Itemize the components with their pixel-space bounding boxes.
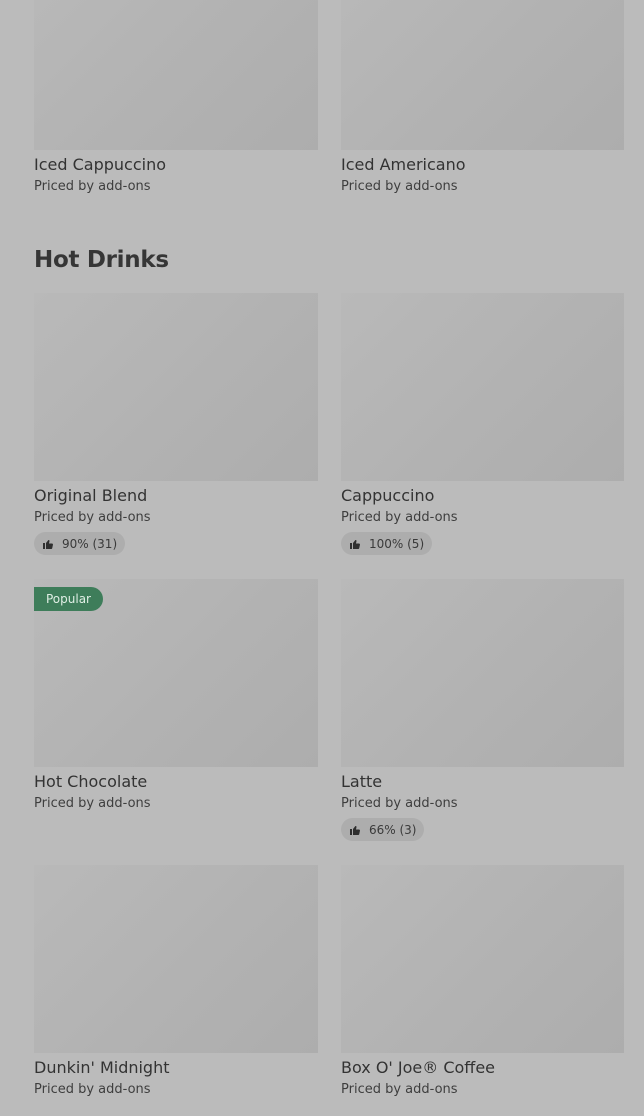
item-price-note: Priced by add-ons — [34, 179, 151, 194]
menu-item-cappuccino[interactable]: Cappuccino Priced by add-ons 100% (5) — [341, 293, 624, 555]
item-name: Original Blend — [34, 486, 148, 505]
item-name: Box O' Joe® Coffee — [341, 1058, 496, 1077]
item-price-note: Priced by add-ons — [34, 1082, 151, 1097]
rating-pill: 100% (5) — [341, 532, 433, 555]
item-price-note: Priced by add-ons — [34, 510, 151, 525]
rating-pill: 90% (31) — [34, 532, 126, 555]
item-price-note: Priced by add-ons — [341, 1082, 458, 1097]
item-image — [34, 865, 318, 1053]
menu-item-latte[interactable]: Latte Priced by add-ons 66% (3) — [341, 579, 624, 841]
item-price-note: Priced by add-ons — [341, 510, 458, 525]
menu-page: Iced Cappuccino Priced by add-ons Iced A… — [0, 0, 644, 1116]
menu-item-iced-cappuccino[interactable]: Iced Cappuccino Priced by add-ons — [34, 0, 318, 195]
thumbs-up-icon — [350, 825, 360, 835]
menu-item-hot-chocolate[interactable]: Popular Hot Chocolate Priced by add-ons — [34, 579, 318, 812]
item-price-note: Priced by add-ons — [341, 796, 458, 811]
rating-text: 90% (31) — [62, 536, 118, 551]
item-name: Iced Cappuccino — [34, 155, 166, 174]
item-price-note: Priced by add-ons — [341, 179, 458, 194]
item-image: Popular — [34, 579, 318, 767]
item-price-note: Priced by add-ons — [34, 796, 151, 811]
menu-item-box-o-joe-coffee[interactable]: Box O' Joe® Coffee Priced by add-ons — [341, 865, 624, 1098]
item-image — [341, 579, 624, 767]
item-name: Cappuccino — [341, 486, 435, 505]
item-name: Iced Americano — [341, 155, 466, 174]
item-name: Dunkin' Midnight — [34, 1058, 170, 1077]
rating-pill: 66% (3) — [341, 818, 425, 841]
rating-text: 100% (5) — [369, 536, 425, 551]
item-name: Hot Chocolate — [34, 772, 148, 791]
item-image — [341, 293, 624, 481]
popular-badge: Popular — [34, 587, 103, 611]
menu-item-dunkin-midnight[interactable]: Dunkin' Midnight Priced by add-ons — [34, 865, 318, 1098]
menu-item-original-blend[interactable]: Original Blend Priced by add-ons 90% (31… — [34, 293, 318, 555]
menu-item-iced-americano[interactable]: Iced Americano Priced by add-ons — [341, 0, 624, 195]
item-name: Latte — [341, 772, 383, 791]
item-image — [341, 0, 624, 150]
item-image — [34, 0, 318, 150]
item-image — [34, 293, 318, 481]
rating-text: 66% (3) — [369, 822, 417, 837]
thumbs-up-icon — [43, 539, 53, 549]
item-image — [341, 865, 624, 1053]
section-title-hot-drinks: Hot Drinks — [34, 247, 169, 273]
thumbs-up-icon — [350, 539, 360, 549]
